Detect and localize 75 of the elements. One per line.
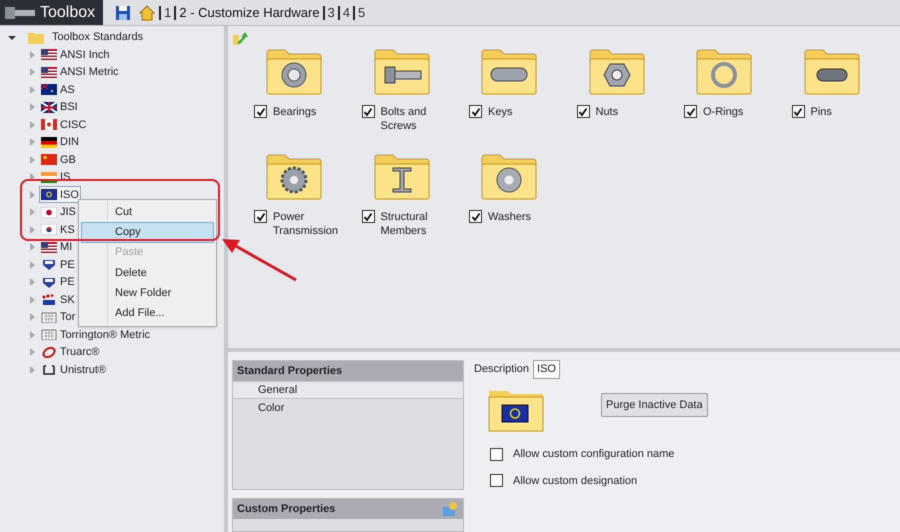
tree-item[interactable]: CISC bbox=[39, 116, 88, 134]
category-label: Nuts bbox=[596, 105, 620, 119]
tree-item[interactable]: MI bbox=[39, 238, 74, 256]
toolbox-tab[interactable]: Toolbox bbox=[0, 0, 104, 25]
breadcrumb-link[interactable]: 5 bbox=[353, 6, 368, 20]
tree-item[interactable]: GB bbox=[39, 151, 78, 168]
purge-button[interactable]: Purge Inactive Data bbox=[601, 393, 708, 417]
tree-item[interactable]: Toolbox Standards bbox=[52, 29, 144, 46]
checkbox[interactable] bbox=[490, 448, 503, 461]
folder-icon[interactable] bbox=[480, 47, 538, 95]
up-folder-icon[interactable] bbox=[233, 31, 249, 45]
folder-icon[interactable] bbox=[802, 47, 860, 95]
folder-icon[interactable] bbox=[372, 152, 430, 200]
checkbox[interactable] bbox=[684, 105, 697, 118]
folder-icon bbox=[487, 388, 545, 432]
tree-item[interactable]: ISO bbox=[39, 186, 81, 204]
category-label: O-Rings bbox=[703, 105, 744, 119]
folder-icon[interactable] bbox=[372, 47, 430, 95]
menu-item[interactable]: Delete bbox=[81, 262, 214, 284]
menu-item[interactable]: Add File... bbox=[81, 303, 214, 324]
folder-icon[interactable] bbox=[265, 47, 323, 95]
toolbox-title: Toolbox bbox=[40, 2, 96, 22]
panel-header: Custom Properties bbox=[237, 502, 336, 517]
checkbox[interactable] bbox=[254, 210, 267, 223]
tree-item[interactable]: KS bbox=[39, 221, 77, 238]
breadcrumb-link[interactable]: 4 bbox=[338, 6, 354, 20]
tree-item[interactable]: JIS bbox=[39, 204, 78, 221]
category-label: Washers bbox=[488, 210, 532, 224]
category-label: Keys bbox=[488, 105, 514, 119]
checkbox[interactable] bbox=[576, 105, 590, 118]
category-label: Power Transmission bbox=[273, 210, 339, 238]
breadcrumb-link[interactable]: 1 bbox=[159, 6, 174, 20]
folder-icon bbox=[28, 31, 44, 44]
tree-item[interactable]: Truarc® bbox=[39, 344, 102, 361]
home-icon[interactable] bbox=[139, 4, 156, 20]
folder-icon[interactable] bbox=[480, 152, 538, 200]
description-label: Description bbox=[474, 362, 530, 378]
option-label: Allow custom designation bbox=[513, 474, 638, 488]
tree-item[interactable]: Unistrut® bbox=[39, 361, 108, 378]
checkbox[interactable] bbox=[362, 105, 374, 118]
menu-item[interactable]: Cut bbox=[81, 202, 214, 222]
breadcrumb-link[interactable]: 2 - Customize Hardware bbox=[174, 6, 323, 20]
checkbox[interactable] bbox=[792, 105, 804, 118]
tree-item[interactable]: ANSI Inch bbox=[39, 46, 112, 64]
tree-item[interactable]: ANSI Metric bbox=[39, 64, 121, 81]
folder-icon[interactable] bbox=[588, 47, 646, 95]
option-label: Allow custom configuration name bbox=[513, 447, 674, 462]
tree-item[interactable]: PE bbox=[39, 256, 77, 274]
category-label: Bearings bbox=[273, 105, 318, 119]
save-icon[interactable] bbox=[115, 4, 132, 20]
property-item[interactable]: Color bbox=[233, 399, 463, 417]
category-label: Bolts and Screws bbox=[380, 105, 428, 133]
breadcrumb-link[interactable]: 3 bbox=[322, 6, 338, 20]
description-field[interactable]: ISO bbox=[533, 360, 560, 379]
category-label: Pins bbox=[810, 105, 833, 119]
checkbox[interactable] bbox=[362, 210, 374, 223]
tree-item[interactable]: AS bbox=[39, 81, 77, 98]
tree-item[interactable]: PE bbox=[39, 274, 77, 291]
checkbox[interactable] bbox=[469, 210, 482, 223]
checkbox[interactable] bbox=[254, 105, 267, 118]
menu-item[interactable]: New Folder bbox=[81, 283, 214, 304]
tree-item[interactable]: DIN bbox=[39, 134, 81, 151]
checkbox[interactable] bbox=[469, 105, 482, 118]
tree-item[interactable]: Tor bbox=[39, 308, 78, 326]
tree-item[interactable]: Torrington® Metric bbox=[39, 326, 152, 344]
expand-icon[interactable] bbox=[30, 173, 35, 182]
property-item[interactable]: General bbox=[233, 381, 463, 399]
bolt-icon bbox=[4, 4, 36, 20]
folder-icon[interactable] bbox=[265, 152, 323, 200]
panel-header: Standard Properties bbox=[233, 361, 463, 381]
tree-item[interactable]: SK bbox=[39, 291, 77, 308]
category-label: Structural Members bbox=[380, 210, 429, 238]
menu-item[interactable]: Copy bbox=[81, 222, 214, 243]
tree-item[interactable]: BSI bbox=[39, 98, 80, 116]
checkbox[interactable] bbox=[490, 474, 503, 488]
